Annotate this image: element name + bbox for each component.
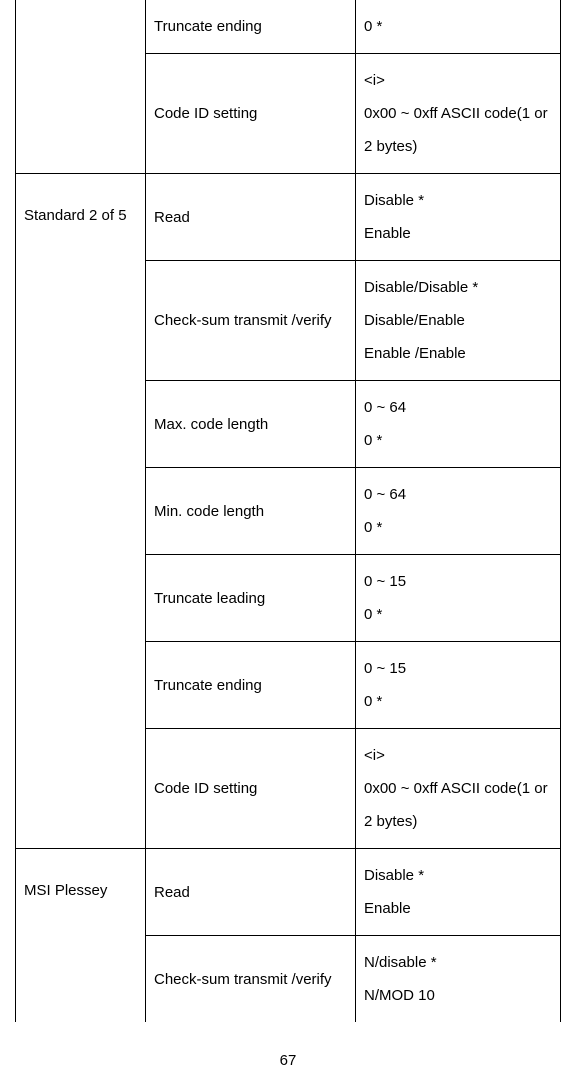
table-row: Standard 2 of 5 Read Disable *Enable <box>16 174 561 261</box>
table-row: MSI Plessey Read Disable *Enable <box>16 849 561 936</box>
value-cell: 0 * <box>356 0 561 54</box>
param-cell: Check-sum transmit /verify <box>146 261 356 381</box>
value-cell: 0 ~ 640 * <box>356 468 561 555</box>
group-label-msi: MSI Plessey <box>16 849 146 1023</box>
group-label-prev <box>16 0 146 174</box>
param-cell: Max. code length <box>146 381 356 468</box>
value-cell: <i>0x00 ~ 0xff ASCII code(1 or 2 bytes) <box>356 54 561 174</box>
param-cell: Code ID setting <box>146 729 356 849</box>
value-cell: N/disable *N/MOD 10 <box>356 936 561 1023</box>
group-label-std25: Standard 2 of 5 <box>16 174 146 849</box>
param-cell: Check-sum transmit /verify <box>146 936 356 1023</box>
value-cell: 0 ~ 150 * <box>356 555 561 642</box>
document-page: Truncate ending 0 * Code ID setting <i>0… <box>0 0 576 1069</box>
value-cell: Disable *Enable <box>356 849 561 936</box>
param-cell: Min. code length <box>146 468 356 555</box>
value-cell: <i>0x00 ~ 0xff ASCII code(1 or 2 bytes) <box>356 729 561 849</box>
page-number: 67 <box>15 1052 561 1069</box>
value-cell: Disable *Enable <box>356 174 561 261</box>
table-row: Truncate ending 0 * <box>16 0 561 54</box>
param-cell: Truncate ending <box>146 0 356 54</box>
value-cell: 0 ~ 640 * <box>356 381 561 468</box>
param-cell: Code ID setting <box>146 54 356 174</box>
param-cell: Truncate ending <box>146 642 356 729</box>
settings-table: Truncate ending 0 * Code ID setting <i>0… <box>15 0 561 1022</box>
param-cell: Read <box>146 849 356 936</box>
param-cell: Truncate leading <box>146 555 356 642</box>
param-cell: Read <box>146 174 356 261</box>
value-cell: Disable/Disable *Disable/EnableEnable /E… <box>356 261 561 381</box>
value-cell: 0 ~ 150 * <box>356 642 561 729</box>
